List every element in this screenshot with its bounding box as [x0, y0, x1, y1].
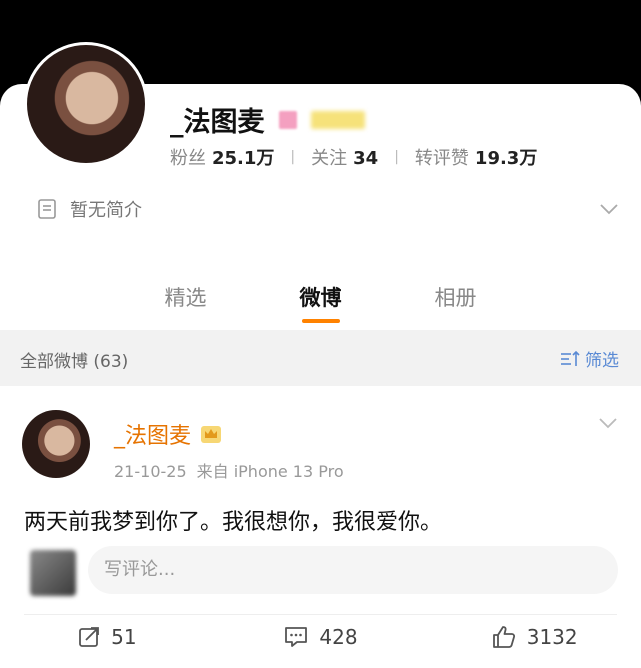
profile-name: _法图麦	[170, 107, 265, 138]
post-card: _法图麦 21-10-25 来自 iPhone 13 Pro 两天前我梦到你了。我…	[0, 386, 641, 668]
bio-text: 暂无简介	[70, 200, 142, 221]
post-author-row: _法图麦	[114, 418, 223, 450]
blurred-badge	[278, 110, 297, 129]
like-count: 3132	[526, 625, 578, 649]
post-actions: 51 428 3132	[0, 624, 641, 650]
post-text: 两天前我梦到你了。我很想你，我很爱你。	[24, 510, 443, 535]
repost-icon	[79, 627, 100, 647]
comment-input[interactable]: 写评论...	[88, 546, 618, 594]
tab-featured[interactable]: 精选	[118, 282, 253, 312]
post-author-name[interactable]: _法图麦	[114, 418, 191, 450]
filter-bar: 全部微博 (63) 筛选	[0, 330, 641, 386]
chevron-down-icon[interactable]	[597, 416, 619, 430]
thumbs-up-icon	[492, 626, 515, 648]
comment-count: 428	[319, 625, 358, 649]
stat-interactions[interactable]: 转评赞 19.3万	[415, 144, 537, 170]
filter-label: 筛选	[585, 351, 619, 371]
divider: |	[394, 149, 399, 165]
post-date: 21-10-25	[114, 462, 187, 481]
filter-button[interactable]: 筛选	[559, 346, 619, 371]
all-posts-label[interactable]: 全部微博 (63)	[20, 347, 128, 372]
post-source: 来自 iPhone 13 Pro	[196, 462, 344, 481]
comment-row: 写评论...	[30, 546, 620, 596]
comment-button[interactable]: 428	[214, 624, 428, 650]
filter-icon	[561, 350, 580, 366]
stat-following[interactable]: 关注 34	[311, 144, 378, 170]
repost-count: 51	[111, 625, 137, 649]
tab-album[interactable]: 相册	[388, 282, 523, 312]
profile-name-row: _法图麦	[170, 100, 365, 139]
comment-icon	[285, 627, 308, 647]
divider: |	[290, 149, 296, 165]
my-avatar	[30, 550, 76, 596]
post-author-avatar[interactable]	[22, 410, 90, 478]
stat-followers[interactable]: 粉丝 25.1万	[170, 144, 274, 170]
document-icon	[38, 199, 56, 219]
tab-weibo[interactable]: 微博	[253, 282, 388, 312]
like-button[interactable]: 3132	[427, 624, 641, 650]
profile-tabs: 精选 微博 相册	[0, 282, 641, 312]
chevron-down-icon[interactable]	[598, 202, 620, 216]
crown-badge-icon	[201, 426, 222, 443]
profile-avatar[interactable]	[24, 42, 148, 166]
profile-stats: 粉丝 25.1万 | 关注 34 | 转评赞 19.3万	[170, 144, 537, 170]
divider	[24, 614, 617, 615]
repost-button[interactable]: 51	[0, 624, 214, 650]
active-tab-indicator	[302, 319, 340, 323]
post-meta: 21-10-25 来自 iPhone 13 Pro	[114, 458, 344, 482]
blurred-badge	[310, 110, 365, 129]
bio-row[interactable]: 暂无简介	[36, 196, 620, 222]
